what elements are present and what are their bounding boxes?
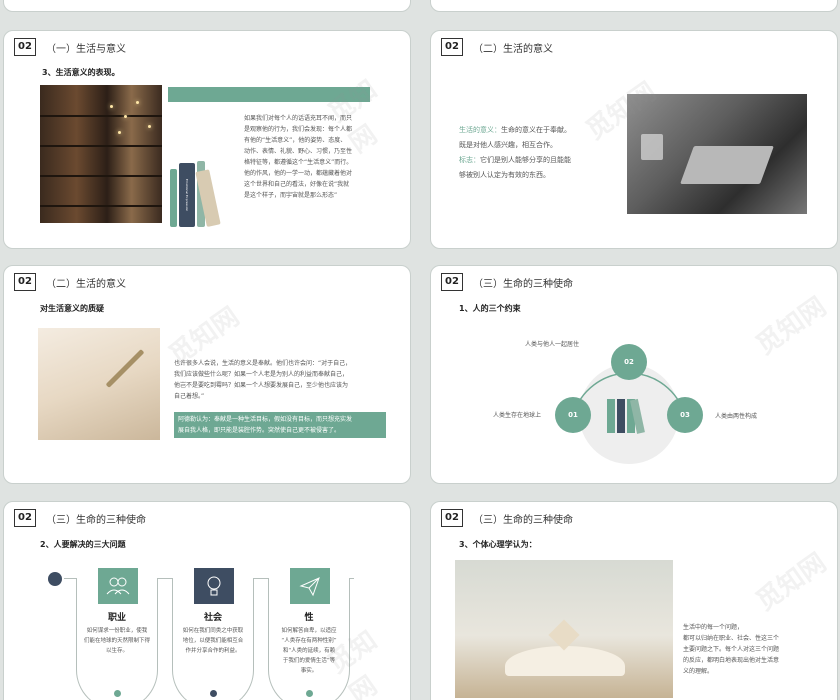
- card-title: 职业: [107, 613, 126, 623]
- library-photo: [40, 85, 162, 223]
- heart-book-photo: [455, 560, 673, 698]
- section-badge: 02: [441, 509, 468, 532]
- slide-title: （三）生命的三种使命: [46, 515, 146, 526]
- bulb-icon: [194, 568, 234, 604]
- node-02-label: 人类与他人一起居住: [525, 341, 580, 348]
- section-badge: 02: [14, 509, 41, 532]
- slide-questioning-meaning[interactable]: 02 （二）生活的意义 对生活意义的质疑 也许很多人会说，生活的意义是奉献。他们…: [3, 265, 411, 484]
- card-society[interactable]: 社会 如何在我们同类之中获取 地位，以便我们能相互合 作并分享合作的利益。: [172, 568, 254, 700]
- node-03-label: 人类由两性构成: [715, 413, 758, 420]
- node-01-label: 人类生存在地球上: [493, 412, 542, 419]
- card-career[interactable]: 职业 如何谋求一份职业，使我 们能在地球的天然限制下得 以生存。: [76, 568, 158, 700]
- section-badge: 02: [441, 38, 468, 61]
- section-badge: 02: [14, 273, 41, 296]
- watermark: 觅知网: [750, 547, 832, 618]
- slide-title: （三）生命的三种使命: [473, 515, 573, 526]
- people-icon: [98, 568, 138, 604]
- slide-subtitle: 对生活意义的质疑: [40, 304, 104, 313]
- slide-title: （一）生活与意义: [46, 44, 126, 55]
- start-dot: [48, 572, 62, 586]
- meaning-definition: 生活的意义：生命的意义在于奉献。 既是对他人感兴趣，相互合作。 标志：它们是别人…: [459, 126, 571, 179]
- slide-top-right-partial[interactable]: [430, 0, 838, 12]
- card-text: 如何解答自卑，以适应 “人类存在有两种性别” 和“人类的延续，有赖 于我们的爱情生活”…: [281, 628, 337, 674]
- slide-three-problems[interactable]: 02 （三）生命的三种使命 2、人要解决的三大问题 职业 如何谋求一份职业，使我…: [3, 501, 411, 700]
- books-illustration: Emotional Expression: [170, 151, 240, 227]
- question-paragraph: 也许很多人会说，生活的意义是奉献。他们也许会问：“对于自己， 我们应该做些什么呢？…: [174, 360, 352, 400]
- card-dot: [306, 690, 313, 697]
- meaning-paragraph: 如果我们对每个人的话语充耳不闻，而只 是观察他的行为，我们会发现：每个人都 有他的…: [244, 115, 353, 199]
- card-dot: [114, 690, 121, 697]
- slide-subtitle: 2、人要解决的三大问题: [40, 540, 126, 549]
- slide-life-and-meaning[interactable]: 02 （一）生活与意义 3、生活意义的表现。 Emotional Express…: [3, 30, 411, 249]
- slide-three-constraints[interactable]: 02 （三）生命的三种使命 1、人的三个约束 02 01 03 人类与他人一起居…: [430, 265, 838, 484]
- green-accent-bar: [168, 87, 370, 102]
- card-sex[interactable]: 性 如何解答自卑，以适应 “人类存在有两种性别” 和“人类的延续，有赖 于我们的爱情生…: [268, 568, 350, 700]
- node-02: 02: [611, 344, 647, 380]
- slide-title: （二）生活的意义: [473, 44, 553, 55]
- psychology-paragraph: 生活中的每一个问题， 都可以归纳在职业、社会、性这三个 主要问题之下。每个人对这三…: [683, 624, 780, 675]
- adler-quote-box: 阿德勒认为：奉献是一种生活目标，假如没有目标，而只想充实发 展自我人格，即只能是装…: [174, 412, 386, 438]
- card-title: 社会: [203, 613, 222, 623]
- book-spine-label: Emotional Expression: [179, 163, 195, 227]
- slide-top-left-partial[interactable]: [3, 0, 411, 12]
- card-dot: [210, 690, 217, 697]
- slide-meaning-of-life[interactable]: 02 （二）生活的意义 生活的意义：生命的意义在于奉献。 既是对他人感兴趣，相互…: [430, 30, 838, 249]
- node-01: 01: [555, 397, 591, 433]
- card-text: 如何谋求一份职业，使我 们能在地球的天然限制下得 以生存。: [83, 628, 150, 654]
- book-pen-photo: [38, 328, 160, 440]
- card-title: 性: [304, 613, 314, 623]
- card-text: 如何在我们同类之中获取 地位，以便我们能相互合 作并分享合作的利益。: [182, 628, 244, 654]
- slide-subtitle: 3、个体心理学认为：: [459, 540, 537, 549]
- reading-photo: [627, 94, 807, 214]
- node-03: 03: [667, 397, 703, 433]
- slide-individual-psychology[interactable]: 02 （三）生命的三种使命 3、个体心理学认为： 生活中的每一个问题， 都可以归纳…: [430, 501, 838, 700]
- slide-subtitle: 3、生活意义的表现。: [42, 68, 120, 77]
- section-badge: 02: [14, 38, 41, 61]
- slide-title: （二）生活的意义: [46, 279, 126, 290]
- paper-plane-icon: [290, 568, 330, 604]
